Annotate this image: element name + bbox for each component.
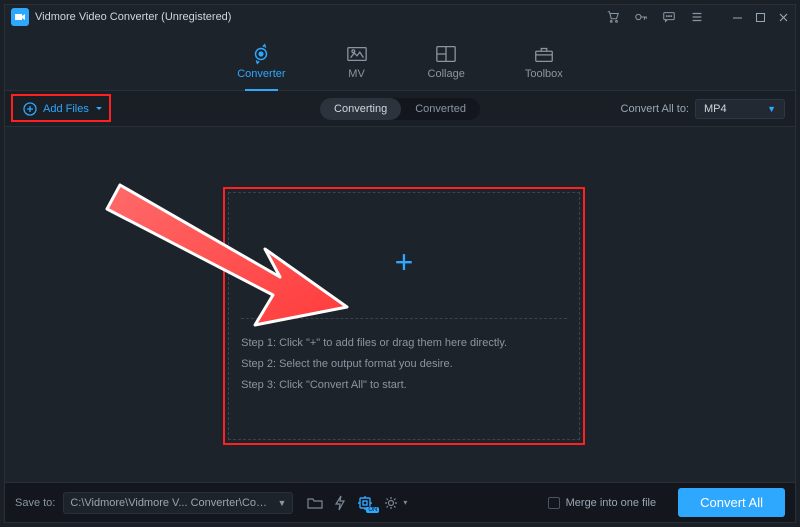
save-to-label: Save to: [15, 497, 55, 509]
close-button[interactable] [778, 12, 789, 23]
work-area: + Step 1: Click "+" to add files or drag… [5, 127, 795, 482]
tab-mv[interactable]: MV [346, 44, 368, 84]
tab-toolbox[interactable]: Toolbox [525, 44, 563, 84]
step-1: Step 1: Click "+" to add files or drag t… [241, 333, 567, 354]
save-path-value: C:\Vidmore\Vidmore V... Converter\Conver… [70, 497, 271, 509]
cart-icon[interactable] [606, 10, 620, 24]
tab-label: Converter [237, 68, 285, 80]
add-file-plus-icon[interactable]: + [395, 246, 414, 278]
tab-label: Collage [428, 68, 465, 80]
save-path-field[interactable]: C:\Vidmore\Vidmore V... Converter\Conver… [63, 492, 293, 514]
instruction-steps: Step 1: Click "+" to add files or drag t… [241, 333, 567, 396]
title-left: Vidmore Video Converter (Unregistered) [11, 8, 231, 26]
key-icon[interactable] [634, 10, 648, 24]
title-bar: Vidmore Video Converter (Unregistered) [5, 5, 795, 29]
high-speed-toggle[interactable] [333, 495, 347, 511]
mv-icon [346, 44, 368, 64]
tab-label: MV [348, 68, 365, 80]
chevron-down-icon: ▼ [767, 104, 776, 114]
feedback-icon[interactable] [662, 10, 676, 24]
footer-icons: ON ▾ [307, 495, 407, 511]
tab-label: Toolbox [525, 68, 563, 80]
state-tabs: Converting Converted [320, 98, 480, 120]
converter-icon [250, 44, 272, 64]
annotation-highlight-dropzone: + Step 1: Click "+" to add files or drag… [223, 187, 585, 445]
toolbox-icon [533, 44, 555, 64]
merge-checkbox[interactable] [548, 497, 560, 509]
chevron-down-icon: ▼ [277, 498, 286, 508]
tab-converter[interactable]: Converter [237, 44, 285, 84]
main-tabs: Converter MV Collage Toolbox [5, 29, 795, 91]
add-files-button[interactable]: Add Files [15, 99, 111, 119]
step-3: Step 3: Click "Convert All" to start. [241, 375, 567, 396]
chevron-down-icon [95, 106, 103, 112]
convert-all-to-label: Convert All to: [621, 103, 689, 115]
open-folder-button[interactable] [307, 496, 323, 510]
lightning-icon [333, 495, 347, 511]
drop-zone[interactable]: + Step 1: Click "+" to add files or drag… [227, 191, 581, 441]
plus-circle-icon [23, 102, 37, 116]
app-window: Vidmore Video Converter (Unregistered) [4, 4, 796, 523]
app-logo-icon [11, 8, 29, 26]
divider [241, 318, 567, 319]
add-files-label: Add Files [43, 103, 89, 115]
tab-collage[interactable]: Collage [428, 44, 465, 84]
convert-all-to-group: Convert All to: MP4 ▼ [621, 99, 785, 119]
convert-all-button[interactable]: Convert All [678, 488, 785, 517]
title-right [606, 10, 789, 24]
tab-converted[interactable]: Converted [401, 98, 480, 120]
output-format-value: MP4 [704, 103, 727, 115]
menu-icon[interactable] [690, 10, 704, 24]
window-controls [732, 12, 789, 23]
maximize-button[interactable] [755, 12, 766, 23]
folder-icon [307, 496, 323, 510]
sub-bar: Add Files Converting Converted Convert A… [5, 91, 795, 127]
gear-icon [383, 495, 399, 511]
footer-bar: Save to: C:\Vidmore\Vidmore V... Convert… [5, 482, 795, 522]
merge-label: Merge into one file [566, 497, 657, 509]
output-format-dropdown[interactable]: MP4 ▼ [695, 99, 785, 119]
merge-checkbox-group[interactable]: Merge into one file [548, 497, 657, 509]
on-badge: ON [366, 507, 379, 513]
step-2: Step 2: Select the output format you des… [241, 354, 567, 375]
chevron-down-icon: ▾ [403, 498, 407, 507]
window-title: Vidmore Video Converter (Unregistered) [35, 11, 231, 23]
minimize-button[interactable] [732, 12, 743, 23]
settings-button[interactable]: ▾ [383, 495, 407, 511]
tab-converting[interactable]: Converting [320, 98, 401, 120]
collage-icon [435, 44, 457, 64]
gpu-accel-toggle[interactable]: ON [357, 495, 373, 511]
